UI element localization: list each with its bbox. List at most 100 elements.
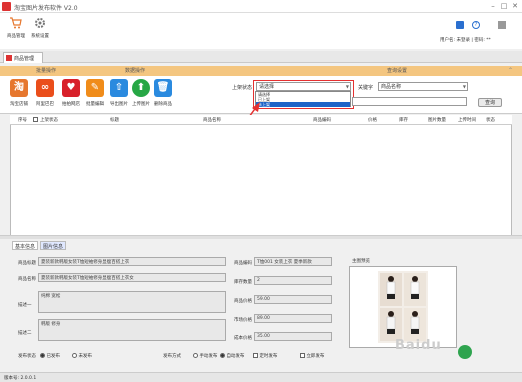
app-icon — [2, 2, 11, 11]
mode-auto-label: 自动发布 — [226, 354, 245, 359]
keyword-select[interactable]: 商品名称 ▼ — [378, 82, 468, 91]
price-label: 商品价格 — [234, 299, 252, 304]
scheduled-checkbox[interactable]: 定时发布 — [253, 353, 277, 359]
search-button[interactable]: 查询 — [478, 98, 502, 107]
status-on-label: 已发布 — [46, 354, 60, 359]
alibaba-icon: ∞ — [36, 79, 54, 97]
window-title: 淘宝图片发布软件 V2.0 — [14, 5, 78, 12]
mode-auto-option[interactable]: 自动发布 — [220, 353, 244, 359]
tab-image-info[interactable]: 图片信息 — [40, 241, 67, 250]
title-bar: 淘宝图片发布软件 V2.0 – □ ✕ — [0, 0, 522, 13]
radio-icon — [193, 353, 198, 358]
name-field[interactable]: 夏装新款韩版女装T恤短袖修身显瘦百搭上衣女 — [38, 273, 226, 282]
export-button[interactable]: ⇧ 导出图片 — [108, 79, 130, 107]
close-button[interactable]: ✕ — [510, 2, 520, 11]
delete-icon: 🗑 — [154, 79, 172, 97]
publish-status-label: 发布状态 — [18, 354, 36, 359]
paipai-icon: ♥ — [62, 79, 80, 97]
checkbox-icon — [253, 353, 258, 358]
toolbar: 商品管理 系统设置 ? 用户名: 未登录 | 密码: ** — [0, 13, 522, 49]
stock-label: 库存数量 — [234, 280, 252, 285]
edit-icon: ✎ — [86, 79, 104, 97]
image-preview-label: 主图预览 — [352, 259, 370, 264]
tab-icon — [6, 55, 12, 61]
maximize-button[interactable]: □ — [499, 2, 509, 11]
chevron-down-icon: ▼ — [462, 84, 466, 89]
radio-icon — [72, 353, 77, 358]
desc2-label: 描述二 — [18, 331, 32, 336]
section-header-bar — [0, 66, 522, 76]
paipai-label: 拍拍网店 — [62, 102, 80, 107]
upload-button[interactable]: ⬆ 上传图片 — [130, 79, 152, 107]
taobao-button[interactable]: 淘 淘宝店铺 — [8, 79, 30, 107]
cost-price-field[interactable]: 35.00 — [254, 332, 332, 341]
desc1-field[interactable]: 纯棉 宽松 — [38, 291, 226, 313]
scheduled-label: 定时发布 — [259, 354, 278, 359]
paipai-button[interactable]: ♥ 拍拍网店 — [60, 79, 82, 107]
product-manage-button[interactable]: 商品管理 — [4, 16, 28, 39]
stock-field[interactable]: 2 — [254, 276, 332, 285]
upload-icon: ⬆ — [132, 79, 150, 97]
radio-icon — [220, 353, 225, 358]
tab-product-manage[interactable]: 商品管理 — [3, 52, 43, 63]
tab-basic-info[interactable]: 基本信息 — [12, 241, 39, 250]
immediate-label: 立即发布 — [306, 354, 325, 359]
splitter[interactable] — [0, 235, 522, 239]
mode-manual-option[interactable]: 手动发布 — [193, 353, 217, 359]
save-icon[interactable] — [456, 21, 464, 29]
search-input[interactable] — [352, 97, 467, 106]
product-list[interactable] — [10, 125, 512, 235]
cart-icon — [10, 17, 22, 29]
status-published-option[interactable]: 已发布 — [40, 353, 60, 359]
cost-price-label: 成本价格 — [234, 336, 252, 341]
publish-mode-label: 发布方式 — [163, 354, 181, 359]
edit-label: 批量编辑 — [86, 102, 104, 107]
status-unpublished-option[interactable]: 未发布 — [72, 353, 92, 359]
col-status-flag[interactable]: 状态 — [486, 117, 495, 123]
title-label: 商品标题 — [18, 261, 36, 266]
version-text: 版本号: 2.0.0.1 — [4, 376, 37, 381]
export-icon: ⇧ — [110, 79, 128, 97]
toolbar-label: 系统设置 — [31, 34, 49, 39]
delete-label: 删除商品 — [154, 102, 172, 107]
col-price[interactable]: 价格 — [368, 117, 377, 123]
col-code[interactable]: 商品编码 — [313, 117, 331, 123]
section-query-title: 查询设置 — [387, 68, 408, 74]
system-settings-button[interactable]: 系统设置 — [28, 16, 52, 39]
alibaba-button[interactable]: ∞ 阿里巴巴 — [34, 79, 56, 107]
immediate-checkbox[interactable]: 立即发布 — [300, 353, 324, 359]
highlight-box — [253, 80, 354, 109]
keyword-value: 商品名称 — [381, 84, 402, 90]
code-field[interactable]: T恤001 女装上衣 夏季新款 — [254, 257, 332, 266]
title-field[interactable]: 夏装新款韩版女装T恤短袖修身显瘦百搭上衣 — [38, 257, 226, 266]
collapse-icon[interactable]: ⌃ — [508, 67, 513, 74]
product-photo — [350, 267, 456, 347]
col-image-count[interactable]: 图片数量 — [428, 117, 446, 123]
export-label: 导出图片 — [110, 102, 128, 107]
status-off-label: 未发布 — [78, 354, 92, 359]
col-status[interactable]: 上架状态 — [40, 117, 58, 123]
col-index[interactable]: 序号 — [18, 117, 27, 123]
main-tabbar: 商品管理 — [0, 51, 522, 63]
edit-button[interactable]: ✎ 批量编辑 — [84, 79, 106, 107]
baidu-watermark: Baidu — [395, 338, 442, 353]
delete-button[interactable]: 🗑 删除商品 — [152, 79, 174, 107]
green-logo-icon — [458, 345, 472, 359]
price-field[interactable]: 59.00 — [254, 295, 332, 304]
market-price-field[interactable]: 89.00 — [254, 314, 332, 323]
minimize-button[interactable]: – — [488, 2, 498, 11]
col-stock[interactable]: 库存 — [399, 117, 408, 123]
taobao-icon: 淘 — [10, 79, 28, 97]
minimize-icon[interactable] — [498, 21, 506, 29]
status-filter-label: 上架状态 — [232, 85, 253, 91]
desc2-field[interactable]: 韩版 修身 — [38, 319, 226, 341]
alibaba-label: 阿里巴巴 — [36, 102, 54, 107]
user-status-text: 用户名: 未登录 | 密码: ** — [440, 38, 491, 43]
keyword-label: 关键字 — [358, 85, 374, 91]
col-name[interactable]: 商品名称 — [203, 117, 221, 123]
col-upload-time[interactable]: 上传时间 — [458, 117, 476, 123]
help-icon[interactable]: ? — [472, 21, 480, 29]
col-title[interactable]: 标题 — [110, 117, 119, 123]
status-bar: 版本号: 2.0.0.1 — [0, 372, 522, 382]
select-all-checkbox[interactable] — [33, 117, 38, 122]
